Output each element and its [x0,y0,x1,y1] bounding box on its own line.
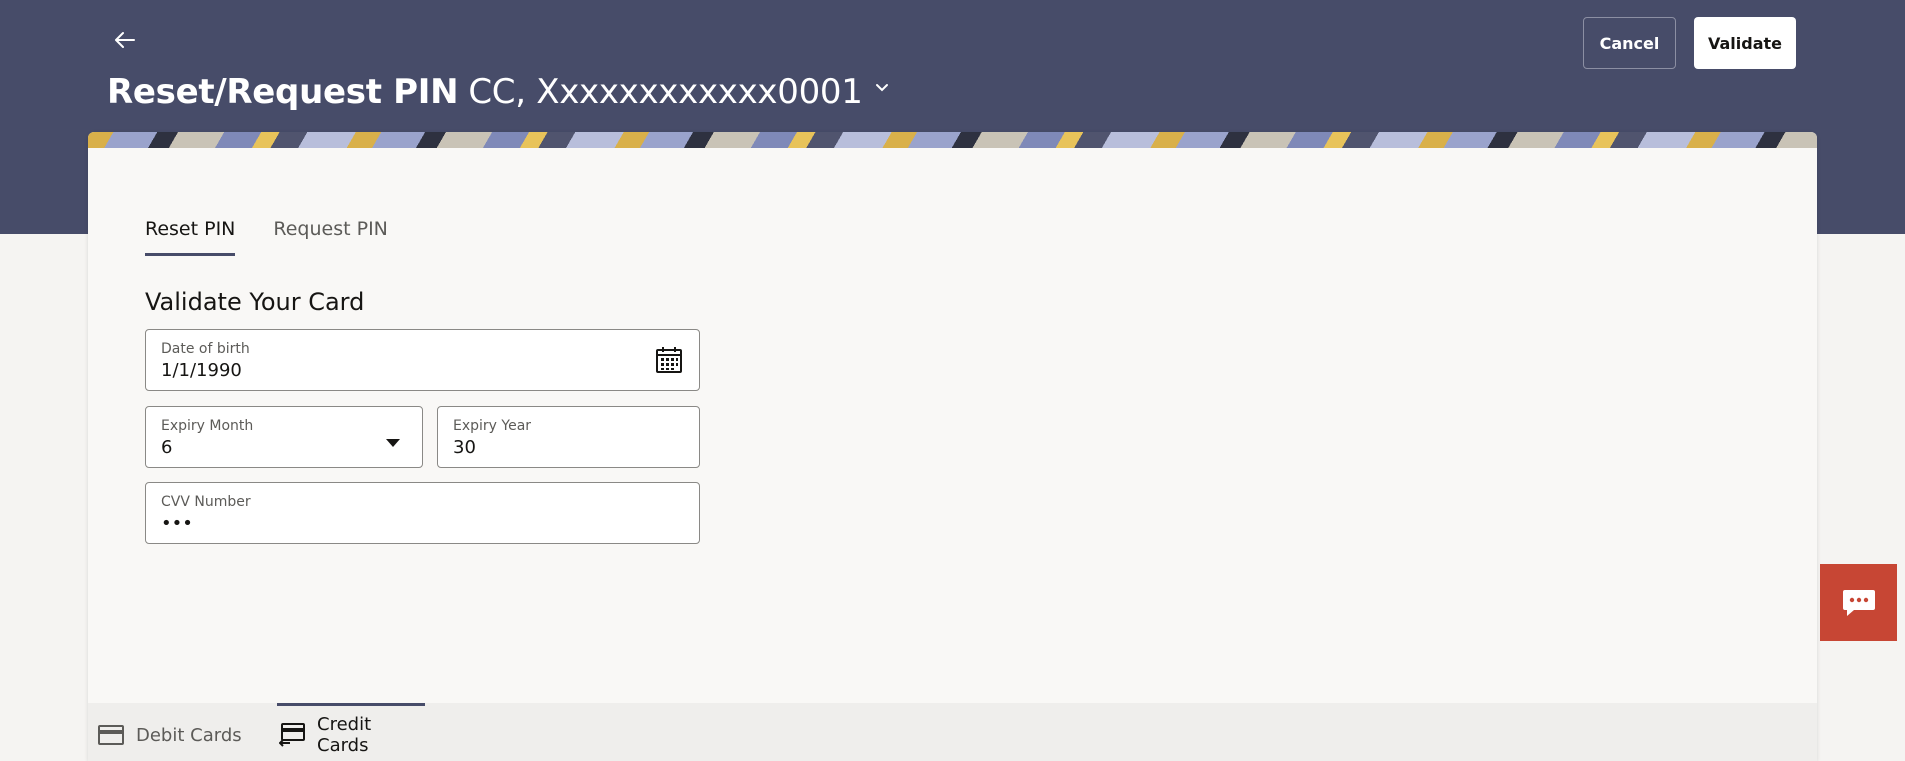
card-pattern-banner [88,132,1817,148]
tab-debit-cards[interactable]: Debit Cards [98,703,242,761]
chat-button[interactable] [1820,564,1897,641]
card-type-tabs: Debit Cards Credit Cards [88,703,1817,761]
cancel-button[interactable]: Cancel [1583,17,1676,69]
date-of-birth-label: Date of birth [161,341,250,357]
expiry-month-value: 6 [161,437,173,458]
pin-tabs: Reset PIN Request PIN [145,218,388,256]
expiry-year-label: Expiry Year [453,418,532,434]
date-of-birth-field[interactable]: Date of birth 1/1/1990 [145,329,700,391]
tab-credit-cards-label: Credit Cards [317,714,372,756]
chat-icon [1842,589,1875,616]
tab-reset-pin[interactable]: Reset PIN [145,218,236,256]
expiry-month-select[interactable]: Expiry Month 6 [145,406,423,468]
cvv-label: CVV Number [161,494,251,510]
calendar-icon[interactable] [655,346,683,374]
date-of-birth-value: 1/1/1990 [161,360,242,381]
title-row: Reset/Request PIN CC, Xxxxxxxxxxxx0001 [107,68,889,116]
expiry-month-label: Expiry Month [161,418,254,434]
credit-card-icon [279,723,305,747]
cvv-value: ••• [161,513,193,534]
tab-debit-cards-label: Debit Cards [136,724,242,746]
tab-request-pin[interactable]: Request PIN [273,218,388,256]
back-button[interactable] [113,28,143,58]
cvv-field[interactable]: CVV Number ••• [145,482,700,544]
tab-credit-cards[interactable]: Credit Cards [277,703,425,761]
account-selector[interactable]: CC, Xxxxxxxxxxxx0001 [468,72,888,112]
section-title: Validate Your Card [145,288,365,316]
page-title: Reset/Request PIN [107,72,459,112]
chevron-down-icon [875,81,889,95]
debit-card-icon [98,725,124,745]
expiry-year-value: 30 [453,437,476,458]
arrow-left-icon [115,32,135,48]
validate-button[interactable]: Validate [1694,17,1796,69]
account-label: CC, Xxxxxxxxxxxx0001 [468,72,863,112]
expiry-year-field[interactable]: Expiry Year 30 [437,406,700,468]
main-card: Reset PIN Request PIN Validate Your Card… [88,132,1817,761]
caret-down-icon [386,433,400,447]
